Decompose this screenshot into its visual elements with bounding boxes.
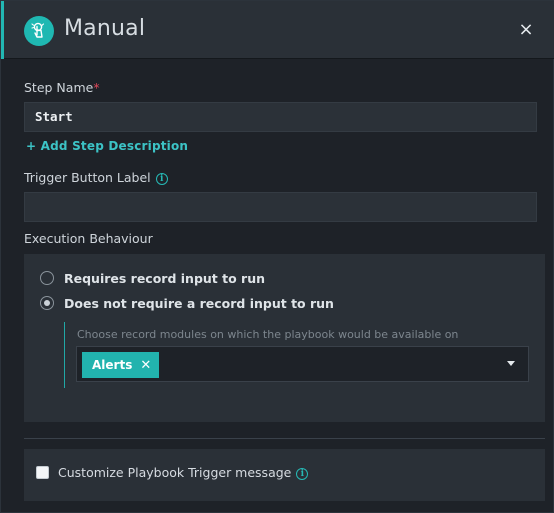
step-name-input[interactable]: Start: [24, 102, 537, 132]
step-name-label: Step Name*: [24, 80, 100, 95]
remove-tag-icon[interactable]: ✕: [140, 353, 151, 379]
customize-message-checkbox[interactable]: [36, 466, 49, 479]
record-modules-section: Choose record modules on which the playb…: [64, 322, 538, 388]
radio-no-record-input[interactable]: [40, 296, 54, 310]
step-name-label-text: Step Name: [24, 80, 94, 95]
trigger-button-label-text: Trigger Button Label: [24, 170, 151, 185]
module-tag-alerts: Alerts ✕: [82, 352, 160, 379]
close-icon[interactable]: ×: [518, 21, 534, 39]
module-tag-label: Alerts: [92, 358, 133, 372]
manual-trigger-icon: [24, 16, 54, 46]
info-icon[interactable]: i: [155, 172, 168, 185]
execution-behaviour-label: Execution Behaviour: [24, 231, 153, 246]
add-step-description-link[interactable]: + Add Step Description: [26, 139, 188, 153]
panel-header: Manual ×: [1, 1, 554, 59]
customize-message-label: Customize Playbook Trigger message i: [58, 465, 309, 480]
radio-no-record-input-label[interactable]: Does not require a record input to run: [64, 296, 334, 311]
customize-message-label-text: Customize Playbook Trigger message: [58, 465, 292, 480]
section-divider: [24, 438, 545, 439]
trigger-button-label-input[interactable]: [24, 192, 537, 222]
info-icon[interactable]: i: [296, 467, 309, 480]
radio-requires-record-input[interactable]: [40, 271, 54, 285]
chevron-down-icon[interactable]: [507, 361, 515, 366]
required-asterisk: *: [93, 80, 100, 95]
manual-trigger-panel: Manual × Step Name* Start + Add Step Des…: [0, 0, 554, 513]
record-modules-hint: Choose record modules on which the playb…: [77, 328, 459, 341]
header-accent-bar: [1, 1, 4, 59]
panel-title: Manual: [64, 16, 146, 41]
radio-requires-record-input-label[interactable]: Requires record input to run: [64, 271, 265, 286]
record-modules-select[interactable]: Alerts ✕: [76, 346, 529, 382]
trigger-button-label-label: Trigger Button Label i: [24, 170, 168, 185]
